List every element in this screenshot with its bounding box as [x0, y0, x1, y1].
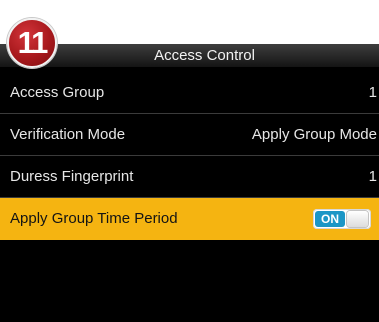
- apply-group-time-period-toggle[interactable]: ON: [313, 209, 371, 229]
- page-root: 11 Access Control Access Group 1 Verific…: [0, 0, 379, 322]
- menu-item-access-group[interactable]: Access Group 1: [0, 72, 379, 114]
- menu-item-label: Access Group: [10, 84, 105, 101]
- menu-item-label: Apply Group Time Period: [10, 210, 178, 227]
- menu-item-value: 1: [368, 168, 377, 185]
- menu-item-verification-mode[interactable]: Verification Mode Apply Group Mode: [0, 114, 379, 156]
- menu-item-value: 1: [368, 84, 377, 101]
- step-number-badge: 11: [7, 18, 57, 68]
- menu-item-duress-fingerprint[interactable]: Duress Fingerprint 1: [0, 156, 379, 198]
- device-screen: Access Control Access Group 1 Verificati…: [0, 44, 379, 322]
- menu-item-apply-group-time-period[interactable]: Apply Group Time Period ON: [0, 198, 379, 240]
- toggle-knob[interactable]: [347, 211, 368, 227]
- toggle-on-label: ON: [315, 211, 345, 227]
- menu-item-label: Duress Fingerprint: [10, 168, 134, 185]
- header-title: Access Control: [0, 44, 379, 67]
- menu-item-value: Apply Group Mode: [251, 126, 377, 143]
- menu-item-label: Verification Mode: [10, 126, 126, 143]
